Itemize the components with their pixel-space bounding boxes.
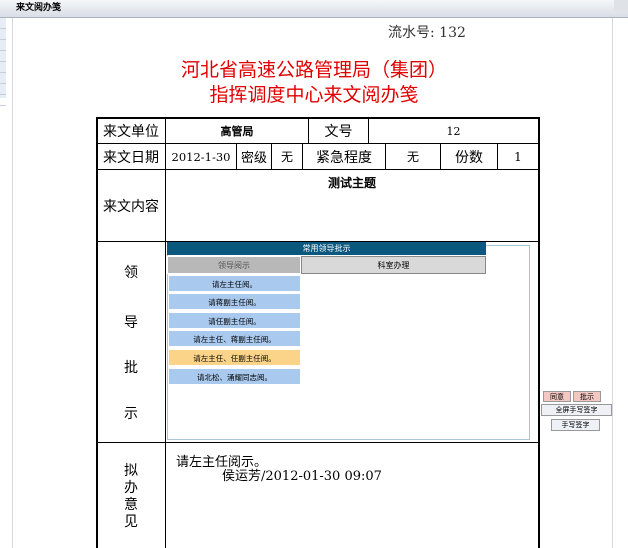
value-urgency: 无 [406,150,419,164]
label-copies: 份数 [455,149,483,166]
tab-leader-review[interactable]: 领导阅示 [167,256,301,274]
agree-button[interactable]: 同意 [543,391,571,402]
approve-button[interactable]: 批示 [573,391,601,402]
window-titlebar: 来文阅办笺 [0,0,628,18]
popup-title: 常用领导批示 [167,242,486,255]
label-urgency: 紧急程度 [316,149,372,166]
label-leader-2: 导 [124,315,138,331]
list-item[interactable]: 请蒋副主任阅。 [168,293,301,310]
window-title: 来文阅办笺 [16,3,62,13]
value-content: 测试主题 [327,175,376,190]
value-copies: 1 [514,149,522,164]
label-leader-3: 批 [124,360,138,376]
tab-office-handle[interactable]: 科室办理 [301,256,486,274]
list-item[interactable]: 请北松、涌耀同志阅。 [168,368,301,385]
label-leader-1: 领 [124,265,138,281]
label-opinion-4: 见 [124,514,138,530]
page-title: 河北省高速公路管理局（集团） [180,59,447,81]
fullscreen-sign-button[interactable]: 全屏手写签字 [541,404,612,416]
scrollbar-corner[interactable] [614,0,628,12]
serial-number: 流水号: 132 [388,25,466,41]
value-date: 2012-1-30 [171,149,231,164]
list-item[interactable]: 请任副主任阅。 [168,312,301,329]
label-date: 来文日期 [103,149,159,166]
value-unit: 高管局 [220,125,254,138]
list-item[interactable]: 请左主任、任副主任阅。 [168,349,301,366]
label-content: 来文内容 [103,198,159,215]
list-item[interactable]: 请左主任阅。 [168,275,301,292]
list-item[interactable]: 请左主任、蒋副主任阅。 [168,330,301,347]
table-right-border [538,117,540,548]
label-leader-4: 示 [124,406,138,422]
hand-sign-button[interactable]: 手写签字 [551,419,600,431]
opinion-signature: 侯运芳/2012-01-30 09:07 [222,468,382,484]
label-secret: 密级 [240,151,267,166]
value-docno: 12 [446,124,461,138]
page-subtitle: 指挥调度中心来文阅办笺 [209,84,419,106]
label-docno: 文号 [324,124,353,140]
value-secret: 无 [280,150,293,164]
label-unit: 来文单位 [103,124,159,140]
row-divider [96,442,540,443]
